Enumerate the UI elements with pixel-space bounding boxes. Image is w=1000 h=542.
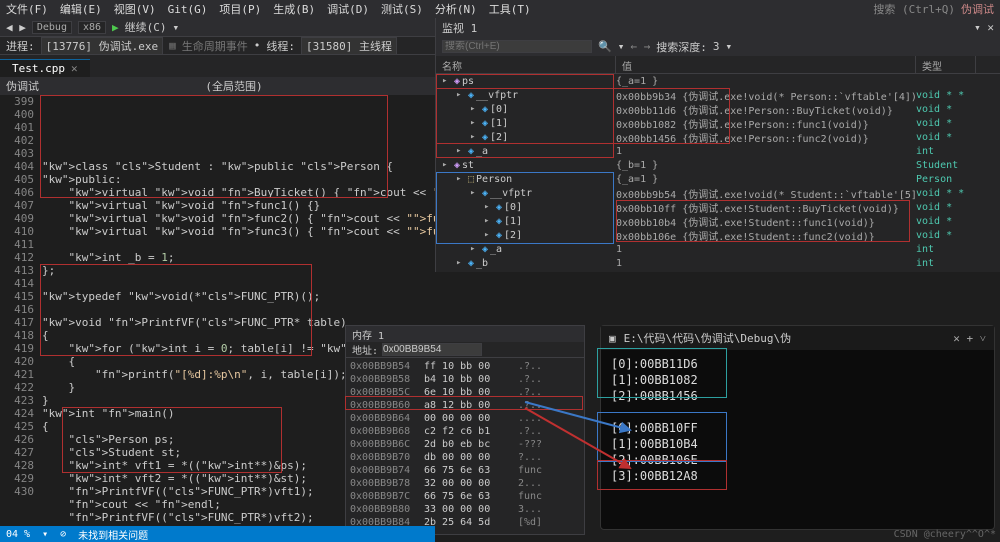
- menu-item[interactable]: 生成(B): [273, 1, 315, 17]
- depth-value[interactable]: 3: [713, 40, 720, 53]
- code-line[interactable]: "kw">class "cls">Student : "kw">public "…: [42, 160, 435, 173]
- search-icon[interactable]: 🔍: [598, 40, 612, 53]
- memory-row[interactable]: 0x00BB9B58b4 10 bb 00.?..: [350, 373, 580, 386]
- memory-row[interactable]: 0x00BB9B5C6e 10 bb 00.?..: [350, 386, 580, 399]
- memory-row[interactable]: 0x00BB9B8033 00 00 003...: [350, 503, 580, 516]
- terminal-title: E:\代码\代码\伪调试\Debug\伪: [624, 330, 791, 346]
- menu-item[interactable]: Git(G): [168, 3, 208, 16]
- watch-row[interactable]: ▸◈_a1int: [436, 242, 1000, 256]
- code-line[interactable]: "kw">virtual "kw">void "fn">func1() {}: [42, 199, 435, 212]
- config-combo[interactable]: Debug: [32, 21, 72, 34]
- process-label: 进程:: [6, 38, 35, 54]
- term-line: [611, 404, 984, 420]
- close-icon[interactable]: ✕ + ˅: [953, 332, 986, 345]
- watch-window: 监视 1▾ ✕ 🔍▾ ← → 搜索深度: 3▾ 名称 值 类型 ▸◈ps{_a=…: [435, 18, 1000, 272]
- col-name[interactable]: 名称: [436, 56, 616, 73]
- menu-item[interactable]: 视图(V): [114, 1, 156, 17]
- menu-item[interactable]: 调试(D): [327, 1, 369, 17]
- search-top: 搜索 (Ctrl+Q) 伪调试: [873, 0, 994, 18]
- watch-row[interactable]: ▸◈__vfptr0x00bb9b34 {伪调试.exe!void(* Pers…: [436, 88, 1000, 102]
- subhdr-left[interactable]: 伪调试: [6, 78, 39, 94]
- term-line: [2]:00BB106E: [611, 452, 984, 468]
- code-line[interactable]: [42, 277, 435, 290]
- memory-row[interactable]: 0x00BB9B70db 00 00 00?...: [350, 451, 580, 464]
- term-line: [3]:00BB12A8: [611, 468, 984, 484]
- term-line: [1]:00BB10B4: [611, 436, 984, 452]
- memory-row[interactable]: 0x00BB9B7466 75 6e 63func: [350, 464, 580, 477]
- pct: 04 %: [6, 529, 30, 540]
- term-line: [1]:00BB1082: [611, 372, 984, 388]
- col-value[interactable]: 值: [616, 56, 916, 73]
- watermark: CSDN @cheery^^O^*: [894, 529, 996, 540]
- watch-row[interactable]: ▸◈ps{_a=1 }: [436, 74, 1000, 88]
- play-icon[interactable]: ▶: [112, 21, 119, 34]
- memory-row[interactable]: 0x00BB9B54ff 10 bb 00.?..: [350, 360, 580, 373]
- status-bar: 04 %▾ ⊘ 未找到相关问题: [0, 526, 435, 542]
- code-line[interactable]: "kw">virtual "kw">void "fn">func3() { "f…: [42, 225, 435, 238]
- memory-row[interactable]: 0x00BB9B7832 00 00 002...: [350, 477, 580, 490]
- watch-row[interactable]: ▸◈__vfptr0x00bb9b54 {伪调试.exe!void(* Stud…: [436, 186, 1000, 200]
- watch-row[interactable]: ▸◈[1]0x00bb1082 {伪调试.exe!Person::func1(v…: [436, 116, 1000, 130]
- thread-dropdown[interactable]: [31580] 主线程: [301, 37, 397, 55]
- memory-window: 内存 1 地址: 0x00BB9B54ff 10 bb 00.?..0x00BB…: [345, 325, 585, 535]
- mode-label: 伪调试: [961, 1, 994, 17]
- menu-item[interactable]: 工具(T): [489, 1, 531, 17]
- tab-strip: Test.cpp✕: [0, 55, 435, 77]
- terminal-window: ▣ E:\代码\代码\伪调试\Debug\伪 ✕ + ˅ [0]:00BB11D…: [600, 325, 995, 530]
- code-line[interactable]: "kw">int _b = 1;: [42, 251, 435, 264]
- watch-row[interactable]: ▸◈[0]0x00bb10ff {伪调试.exe!Student::BuyTic…: [436, 200, 1000, 214]
- search-label[interactable]: 搜索 (Ctrl+Q): [873, 1, 955, 17]
- code-line[interactable]: "kw">typedef "kw">void(*"cls">FUNC_PTR)(…: [42, 290, 435, 303]
- code-line[interactable]: "kw">public:: [42, 173, 435, 186]
- code-line[interactable]: "kw">virtual "kw">void "fn">BuyTicket() …: [42, 186, 435, 199]
- watch-row[interactable]: ▸◈_a1int: [436, 144, 1000, 158]
- process-dropdown[interactable]: [13776] 伪调试.exe: [41, 37, 163, 55]
- term-line: [0]:00BB10FF: [611, 420, 984, 436]
- col-type[interactable]: 类型: [916, 56, 976, 73]
- code-line[interactable]: [42, 238, 435, 251]
- close-icon[interactable]: ✕: [71, 62, 78, 75]
- addr-input[interactable]: [382, 343, 482, 356]
- term-line: [0]:00BB11D6: [611, 356, 984, 372]
- menu-item[interactable]: 编辑(E): [60, 1, 102, 17]
- code-line[interactable]: "kw">virtual "kw">void "fn">func2() { "f…: [42, 212, 435, 225]
- subhdr-right[interactable]: (全局范围): [205, 78, 262, 94]
- lifecycle-label[interactable]: 生命周期事件: [182, 38, 248, 54]
- watch-row[interactable]: ▸◈[2]0x00bb1456 {伪调试.exe!Person::func2(v…: [436, 130, 1000, 144]
- code-line[interactable]: [42, 303, 435, 316]
- code-line[interactable]: };: [42, 264, 435, 277]
- thread-label: 线程:: [266, 38, 295, 54]
- terminal-icon: ▣: [609, 332, 616, 345]
- watch-title: 监视 1: [442, 20, 477, 36]
- memory-row[interactable]: 0x00BB9B6400 00 00 00....: [350, 412, 580, 425]
- depth-label: 搜索深度:: [656, 39, 707, 55]
- menu-item[interactable]: 分析(N): [435, 1, 477, 17]
- watch-row[interactable]: ▸◈st{_b=1 }Student: [436, 158, 1000, 172]
- memory-row[interactable]: 0x00BB9B7C66 75 6e 63func: [350, 490, 580, 503]
- memory-row[interactable]: 0x00BB9B6C2d b0 eb bc-???: [350, 438, 580, 451]
- arch-combo[interactable]: x86: [78, 21, 106, 34]
- memory-title: 内存 1: [352, 327, 384, 342]
- watch-row[interactable]: ▸◈[0]0x00bb11d6 {伪调试.exe!Person::BuyTick…: [436, 102, 1000, 116]
- memory-row[interactable]: 0x00BB9B60a8 12 bb 00.?..: [350, 399, 580, 412]
- tab-test-cpp[interactable]: Test.cpp✕: [0, 59, 90, 77]
- menu-item[interactable]: 项目(P): [219, 1, 261, 17]
- run-button[interactable]: 继续(C): [125, 19, 167, 35]
- menu-item[interactable]: 文件(F): [6, 1, 48, 17]
- memory-row[interactable]: 0x00BB9B68c2 f2 c6 b1.?..: [350, 425, 580, 438]
- watch-row[interactable]: ▸◈[2]0x00bb106e {伪调试.exe!Student::func2(…: [436, 228, 1000, 242]
- menubar: 文件(F) 编辑(E) 视图(V) Git(G) 项目(P) 生成(B) 调试(D) 测试(S…: [0, 0, 1000, 18]
- term-line: [2]:00BB1456: [611, 388, 984, 404]
- menu-item[interactable]: 测试(S): [381, 1, 423, 17]
- watch-row[interactable]: ▸⬚Person{_a=1 }Person: [436, 172, 1000, 186]
- watch-row[interactable]: ▸◈_b1int: [436, 256, 1000, 270]
- issues: 未找到相关问题: [78, 527, 148, 542]
- watch-search-input[interactable]: [442, 40, 592, 53]
- watch-row[interactable]: ▸◈[1]0x00bb10b4 {伪调试.exe!Student::func1(…: [436, 214, 1000, 228]
- addr-label: 地址:: [352, 342, 378, 357]
